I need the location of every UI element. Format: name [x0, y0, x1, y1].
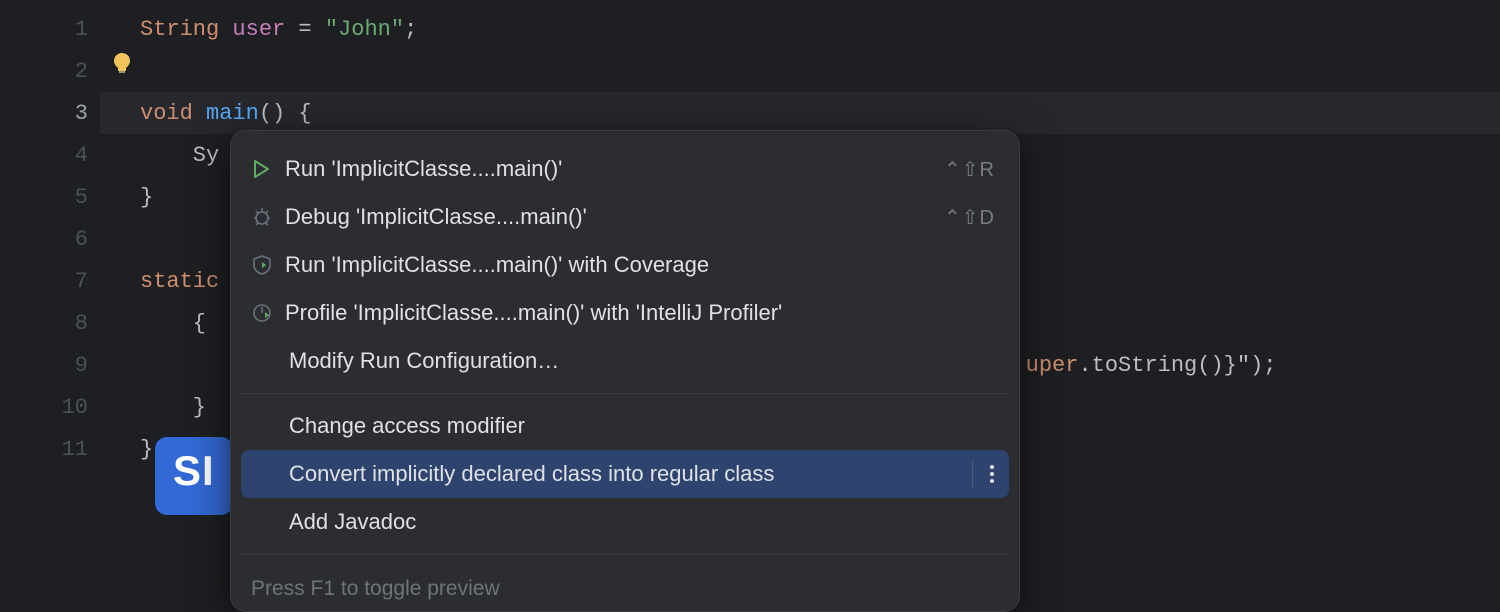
- line-number: 3: [75, 101, 88, 126]
- profiler-icon: [251, 302, 285, 324]
- gutter: 1 2 3 4 5 6 7 8 9 10 11: [0, 0, 100, 600]
- menu-shortcut: ⌃⇧D: [944, 205, 995, 230]
- more-options-icon[interactable]: [972, 460, 995, 488]
- line-number: 4: [75, 143, 88, 168]
- gutter-row-1[interactable]: 1: [0, 8, 100, 50]
- menu-convert-class[interactable]: Convert implicitly declared class into r…: [241, 450, 1009, 498]
- tok-keyword: static: [140, 269, 219, 294]
- tok-string: "John": [325, 17, 404, 42]
- menu-label: Add Javadoc: [289, 509, 995, 535]
- menu-shortcut: ⌃⇧R: [944, 157, 995, 182]
- menu-debug[interactable]: Debug 'ImplicitClasse....main()' ⌃⇧D: [231, 193, 1019, 241]
- menu-add-javadoc[interactable]: Add Javadoc: [231, 498, 1019, 546]
- line-number: 1: [75, 17, 88, 42]
- menu-label: Modify Run Configuration…: [289, 348, 995, 374]
- menu-label: Convert implicitly declared class into r…: [289, 461, 972, 487]
- context-menu: Run 'ImplicitClasse....main()' ⌃⇧R Debug…: [230, 130, 1020, 612]
- code-line-2[interactable]: [140, 50, 1500, 92]
- line-number: 2: [75, 59, 88, 84]
- hint-badge: SI: [155, 437, 233, 515]
- menu-separator: [241, 554, 1009, 555]
- gutter-row-3[interactable]: 3: [0, 92, 100, 134]
- menu-modify-run-config[interactable]: Modify Run Configuration…: [231, 337, 1019, 385]
- menu-label: Run 'ImplicitClasse....main()': [285, 156, 944, 182]
- menu-label: Profile 'ImplicitClasse....main()' with …: [285, 300, 995, 326]
- bug-icon: [251, 206, 285, 228]
- menu-coverage[interactable]: Run 'ImplicitClasse....main()' with Cove…: [231, 241, 1019, 289]
- gutter-row-7[interactable]: 7: [0, 260, 100, 302]
- code-line-1[interactable]: String user = "John";: [140, 8, 1500, 50]
- menu-label: Change access modifier: [289, 413, 995, 439]
- gutter-row-8[interactable]: 8: [0, 302, 100, 344]
- menu-label: Run 'ImplicitClasse....main()' with Cove…: [285, 252, 995, 278]
- menu-label: Debug 'ImplicitClasse....main()': [285, 204, 944, 230]
- intention-bulb-icon[interactable]: [110, 42, 134, 84]
- line-number: 5: [75, 185, 88, 210]
- gutter-row-2[interactable]: 2: [0, 50, 100, 92]
- line-number: 6: [75, 227, 88, 252]
- menu-change-access[interactable]: Change access modifier: [231, 402, 1019, 450]
- tok-identifier: user: [232, 17, 285, 42]
- tok-keyword: void: [140, 101, 193, 126]
- tok-function: main: [206, 101, 259, 126]
- menu-separator: [241, 393, 1009, 394]
- gutter-row-6[interactable]: 6: [0, 218, 100, 260]
- tok-type: String: [140, 17, 219, 42]
- line-number: 7: [75, 269, 88, 294]
- menu-profile[interactable]: Profile 'ImplicitClasse....main()' with …: [231, 289, 1019, 337]
- line-number: 9: [75, 353, 88, 378]
- gutter-row-10[interactable]: 10: [0, 386, 100, 428]
- gutter-row-4[interactable]: 4: [0, 134, 100, 176]
- line-number: 10: [62, 395, 88, 420]
- shield-icon: [251, 254, 285, 276]
- popup-hint: Press F1 to toggle preview: [231, 563, 1019, 611]
- gutter-row-5[interactable]: 5: [0, 176, 100, 218]
- line-number: 11: [62, 437, 88, 462]
- line-number: 8: [75, 311, 88, 336]
- code-line-3[interactable]: void main() {: [100, 92, 1500, 134]
- menu-run[interactable]: Run 'ImplicitClasse....main()' ⌃⇧R: [231, 145, 1019, 193]
- gutter-row-11[interactable]: 11: [0, 428, 100, 470]
- gutter-row-9[interactable]: 9: [0, 344, 100, 386]
- play-icon: [251, 159, 285, 179]
